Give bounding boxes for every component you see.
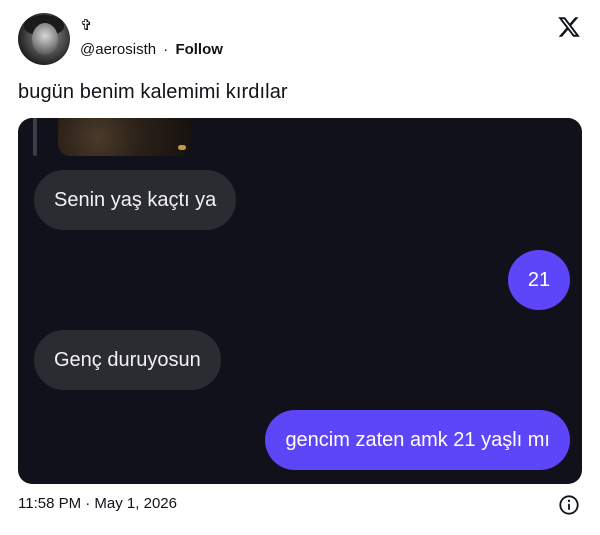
message-sent: gencim zaten amk 21 yaşlı mı — [265, 410, 570, 470]
photo-thumbnail — [58, 118, 192, 156]
handle-separator: · — [163, 41, 169, 58]
x-logo-icon[interactable] — [557, 15, 581, 39]
tweet-text: bugün benim kalemimi kırdılar — [18, 81, 288, 103]
chat-screenshot[interactable]: Senin yaş kaçtı ya 21 Genç duruyosun gen… — [18, 118, 582, 484]
info-icon[interactable] — [558, 494, 580, 516]
avatar-face — [32, 23, 58, 55]
message-received: Genç duruyosun — [34, 330, 221, 390]
message-sent: 21 — [508, 250, 570, 310]
message-received: Senin yaş kaçtı ya — [34, 170, 237, 230]
follow-button[interactable]: Follow — [175, 41, 223, 58]
handle-row: @aerosisth · Follow — [80, 40, 223, 60]
user-handle[interactable]: @aerosisth — [80, 41, 156, 58]
photo-glint — [178, 145, 186, 150]
avatar[interactable] — [18, 13, 70, 65]
display-name[interactable]: ✞ — [80, 17, 93, 35]
reply-line — [33, 118, 37, 156]
tweet-timestamp[interactable]: 11:58 PM · May 1, 2026 — [18, 494, 177, 514]
